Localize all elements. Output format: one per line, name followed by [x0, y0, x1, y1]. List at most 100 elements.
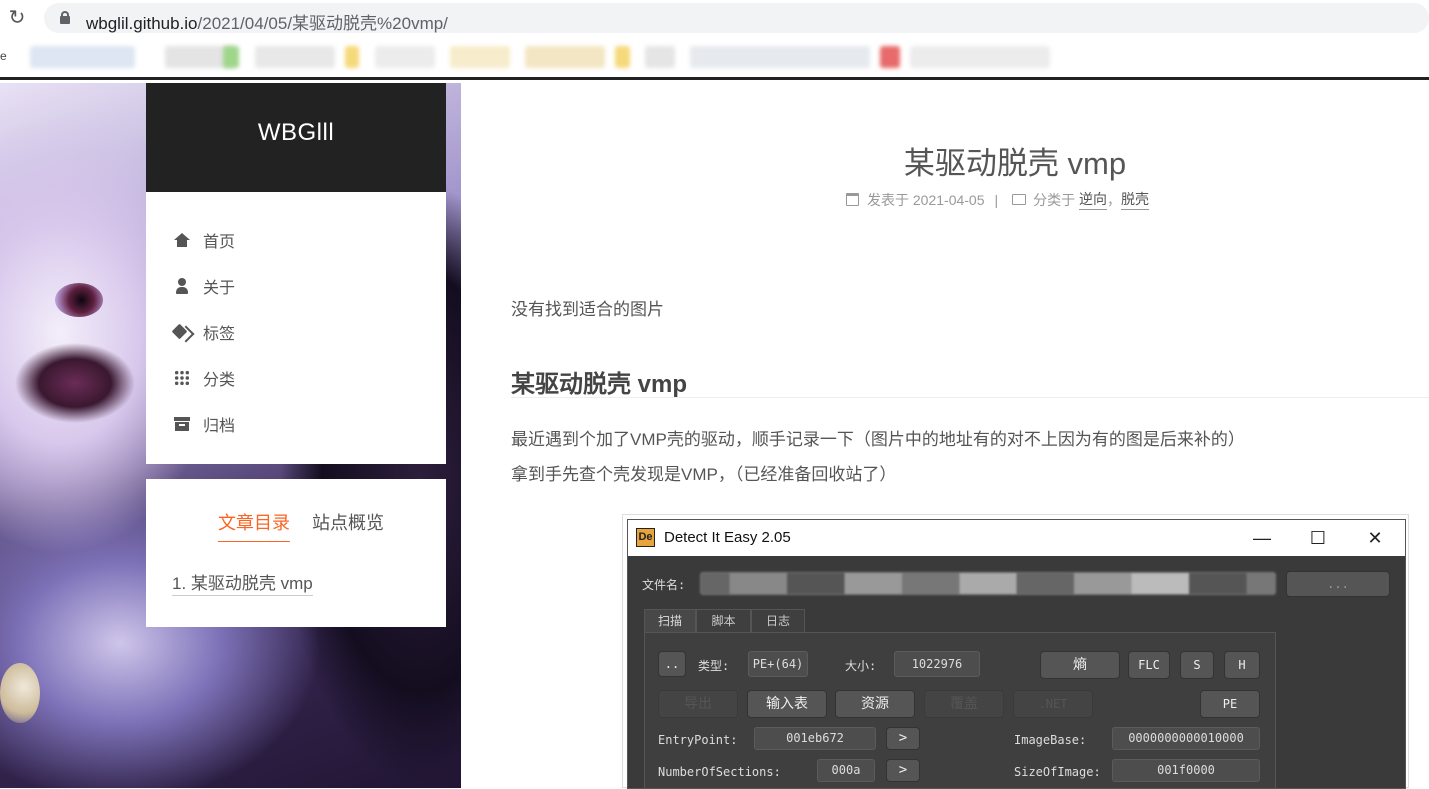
die-title: Detect It Easy 2.05	[664, 529, 791, 546]
bookmark-label[interactable]: e	[0, 49, 7, 63]
die-entropy-button: 熵	[1040, 651, 1120, 679]
bookmark-item[interactable]	[690, 46, 870, 68]
nav-item-about[interactable]: 关于	[146, 266, 446, 306]
reload-icon[interactable]: ↻	[6, 7, 28, 29]
die-entry-label: EntryPoint:	[658, 733, 738, 747]
meta-date: 2021-04-05	[912, 191, 985, 208]
die-sizeofimage-label: SizeOfImage:	[1014, 765, 1101, 779]
post-meta: 发表于 2021-04-05 | 分类于 逆向 ， 脱壳	[846, 189, 1150, 210]
die-sections-value: 000a	[817, 759, 875, 782]
bookmark-item[interactable]	[255, 46, 335, 68]
die-browse-button: ...	[1286, 571, 1390, 597]
die-resource-button: 资源	[835, 690, 915, 718]
nav-item-categories[interactable]: 分类	[146, 358, 446, 398]
post-paragraph: 没有找到适合的图片	[511, 300, 664, 319]
nav-item-label: 分类	[203, 372, 236, 389]
die-type-value: PE+(64)	[748, 651, 808, 677]
die-export-button: 导出	[658, 690, 738, 718]
user-icon	[174, 278, 190, 294]
nav-item-archives[interactable]: 归档	[146, 404, 446, 444]
nav-item-tags[interactable]: 标签	[146, 312, 446, 352]
die-pe-button: PE	[1200, 690, 1260, 718]
die-logo-icon: De	[636, 528, 655, 547]
die-size-label: 大小:	[845, 659, 877, 673]
maximize-icon: ☐	[1309, 528, 1327, 548]
tab-toc[interactable]: 文章目录	[218, 509, 290, 542]
die-imagebase-value: 0000000000010000	[1112, 727, 1260, 750]
die-window: De Detect It Easy 2.05 — ☐ ✕ 文件名: ... 扫描…	[627, 519, 1406, 789]
bookmark-item[interactable]	[345, 46, 359, 68]
nav-item-label: 归档	[203, 418, 236, 435]
bookmark-item[interactable]	[30, 46, 135, 68]
bookmark-item[interactable]	[525, 46, 605, 68]
post-main: 某驱动脱壳 vmp 发表于 2021-04-05 | 分类于 逆向 ， 脱壳 没…	[461, 83, 1429, 789]
artwork-avatar	[0, 663, 40, 723]
die-entry-value: 001eb672	[754, 727, 876, 750]
folder-icon	[1012, 194, 1027, 205]
meta-comma: ，	[1107, 191, 1122, 208]
meta-separator: |	[994, 191, 999, 208]
category-link-reverse[interactable]: 逆向	[1079, 189, 1108, 210]
grid-icon	[174, 370, 190, 386]
toc-link[interactable]: 1. 某驱动脱壳 vmp	[172, 569, 313, 596]
site-nav-menu: 首页 关于 标签 分类 归档	[146, 192, 446, 464]
die-sections-label: NumberOfSections:	[658, 765, 781, 779]
die-h-button: H	[1224, 651, 1260, 679]
bookmark-item[interactable]	[910, 46, 1050, 68]
bookmark-item[interactable]	[880, 46, 900, 68]
nav-item-label: 首页	[203, 234, 236, 251]
die-entry-go-button: >	[886, 727, 920, 750]
address-bar-row: ↻ wbglil.github.io/2021/04/05/某驱动脱壳%20vm…	[0, 0, 1429, 36]
bookmark-item[interactable]	[450, 46, 510, 68]
url-host: wbglil.github.io	[86, 14, 198, 33]
bookmarks-bar: e	[0, 36, 1429, 80]
post-title: 某驱动脱壳 vmp	[903, 146, 1127, 181]
nav-item-label: 标签	[203, 326, 236, 343]
artwork-eye	[55, 283, 103, 317]
lock-icon[interactable]	[60, 11, 70, 24]
site-brand[interactable]: WBGlll	[146, 83, 446, 192]
die-dotdot-button: ..	[658, 651, 686, 677]
meta-category-label: 分类于	[1033, 191, 1076, 208]
die-sections-go-button: >	[886, 759, 920, 782]
url-text[interactable]: wbglil.github.io/2021/04/05/某驱动脱壳%20vmp/	[86, 9, 448, 34]
die-s-button: S	[1180, 651, 1214, 679]
die-tab-scan: 扫描	[644, 609, 696, 632]
die-file-path-redacted	[700, 572, 1276, 595]
close-icon: ✕	[1367, 528, 1383, 548]
die-tab-log: 日志	[751, 609, 805, 632]
tab-overview[interactable]: 站点概览	[312, 509, 384, 535]
archive-icon	[174, 416, 190, 432]
omnibox[interactable]: wbglil.github.io/2021/04/05/某驱动脱壳%20vmp/	[44, 3, 1429, 33]
die-titlebar: De Detect It Easy 2.05 — ☐ ✕	[628, 520, 1405, 556]
toc-panel: 文章目录 站点概览 1. 某驱动脱壳 vmp	[146, 479, 446, 627]
die-body: 文件名: ... 扫描 脚本 日志 .. 类型: PE+(64) 大小: 102…	[628, 556, 1405, 788]
category-link-unpack[interactable]: 脱壳	[1121, 189, 1150, 210]
nav-item-home[interactable]: 首页	[146, 220, 446, 260]
url-path: /2021/04/05/某驱动脱壳%20vmp/	[197, 14, 448, 33]
die-file-label: 文件名:	[642, 578, 686, 592]
calendar-icon	[846, 193, 859, 206]
die-overlay-button: 覆盖	[924, 690, 1004, 718]
die-flc-button: FLC	[1128, 651, 1170, 679]
bookmark-item[interactable]	[615, 46, 630, 68]
bookmark-item[interactable]	[375, 46, 435, 68]
die-import-button: 输入表	[747, 690, 827, 718]
die-size-value: 1022976	[894, 651, 980, 677]
home-icon	[174, 232, 190, 248]
tags-icon	[174, 324, 190, 340]
die-imagebase-label: ImageBase:	[1014, 733, 1087, 747]
die-sizeofimage-value: 001f0000	[1112, 759, 1260, 782]
die-screenshot: De Detect It Easy 2.05 — ☐ ✕ 文件名: ... 扫描…	[622, 514, 1409, 789]
heading-divider	[511, 397, 1429, 398]
nav-item-label: 关于	[203, 280, 236, 297]
meta-posted-label: 发表于	[867, 191, 909, 208]
post-paragraph: 最近遇到个加了VMP壳的驱动，顺手记录一下（图片中的地址有的对不上因为有的图是后…	[511, 430, 1245, 449]
post-paragraph: 拿到手先查个壳发现是VMP，（已经准备回收站了）	[511, 465, 897, 484]
post-heading: 某驱动脱壳 vmp	[511, 371, 688, 398]
bookmark-item[interactable]	[223, 46, 239, 68]
bookmark-item[interactable]	[645, 46, 675, 68]
die-tab-script: 脚本	[696, 609, 751, 632]
minimize-icon: —	[1253, 528, 1271, 548]
die-net-button: .NET	[1013, 690, 1093, 718]
